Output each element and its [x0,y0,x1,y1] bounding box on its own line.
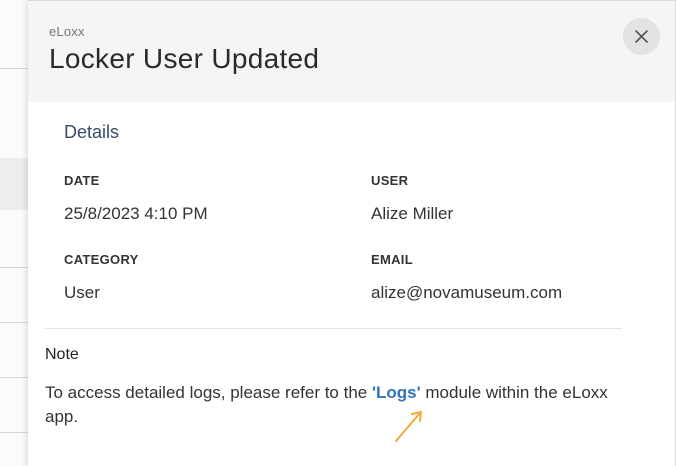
note-text: To access detailed logs, please refer to… [45,381,635,429]
annotation-arrow-icon [395,411,422,442]
background-divider [0,322,28,323]
panel-title: Locker User Updated [49,43,320,74]
email-label: EMAIL [371,252,413,267]
section-divider [45,328,622,329]
detail-panel: eLoxx Locker User Updated Details DATE 2… [28,0,676,466]
background-page [0,0,29,466]
app-name: eLoxx [49,24,85,39]
date-label: DATE [64,173,100,188]
background-divider [0,267,28,268]
background-divider [0,68,28,69]
note-text-before: To access detailed logs, please refer to… [45,383,372,402]
email-value: alize@novamuseum.com [371,283,563,302]
user-value: Alize Miller [371,204,454,223]
close-button[interactable] [623,18,660,55]
background-row-highlight [0,158,28,210]
category-label: CATEGORY [64,252,139,267]
user-label: USER [371,173,409,188]
panel-header: eLoxx Locker User Updated [28,1,675,102]
details-section-title: Details [64,122,120,142]
date-value: 25/8/2023 4:10 PM [64,204,208,223]
note-title: Note [45,346,79,363]
background-divider [0,432,28,433]
category-value: User [64,283,100,302]
background-divider [0,377,28,378]
close-icon [635,30,648,43]
logs-link[interactable]: 'Logs' [372,383,421,402]
